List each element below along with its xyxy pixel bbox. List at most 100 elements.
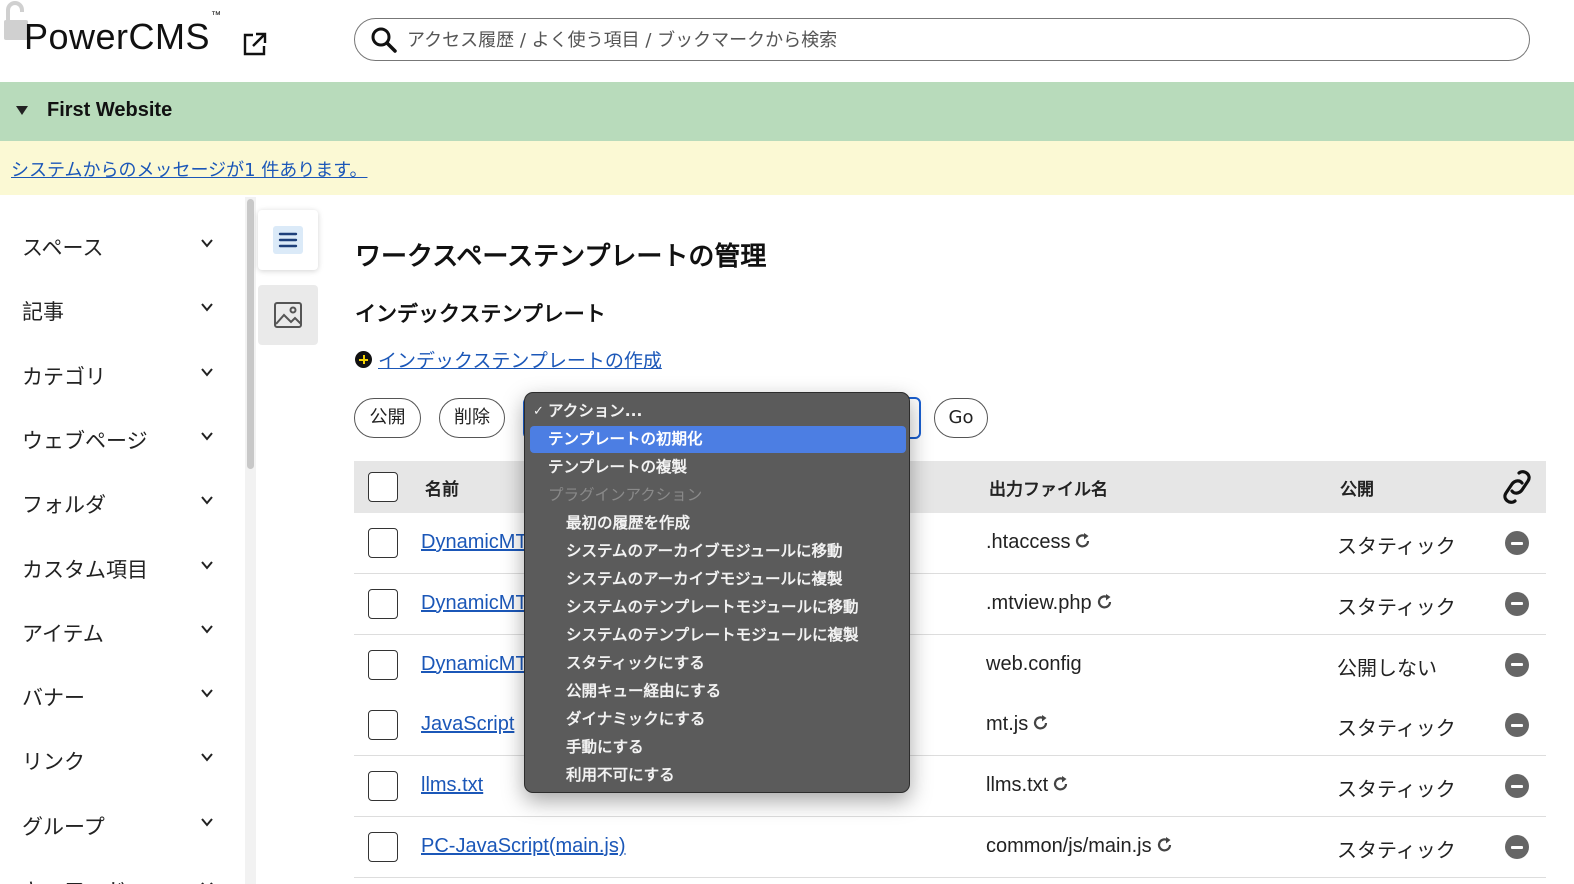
dropdown-option[interactable]: システムのアーカイブモジュールに複製	[530, 566, 906, 593]
output-file-cell: mt.js	[986, 713, 1050, 736]
publish-button[interactable]: 公開	[354, 398, 421, 438]
page-title: ワークスペーステンプレートの管理	[355, 242, 767, 272]
dropdown-option[interactable]: システムのテンプレートモジュールに移動	[530, 594, 906, 621]
sidebar-item[interactable]: スペース	[0, 208, 244, 272]
sidebar-item[interactable]: カテゴリ	[0, 337, 244, 401]
refresh-icon[interactable]	[1052, 775, 1070, 793]
sidebar-item[interactable]: リンク	[0, 722, 244, 786]
output-file-name: .htaccess	[986, 531, 1071, 553]
sidebar-scrollbar[interactable]	[245, 197, 256, 884]
output-file-cell: common/js/main.js	[986, 835, 1174, 858]
chevron-down-icon[interactable]	[198, 748, 216, 766]
refresh-icon[interactable]	[1032, 714, 1050, 732]
tab-list-view[interactable]	[258, 210, 318, 270]
dropdown-option[interactable]: ✓ アクション...	[530, 398, 906, 425]
minus-circle-icon[interactable]	[1505, 531, 1529, 555]
system-message-bar: システムからのメッセージが1 件あります。	[0, 141, 1574, 195]
chevron-down-icon[interactable]	[198, 877, 216, 884]
table-row: PC-JavaScript(main.js) common/js/main.js ス…	[354, 817, 1546, 878]
chevron-down-icon[interactable]	[198, 363, 216, 381]
tab-image-view[interactable]	[258, 285, 318, 345]
search-input[interactable]	[407, 27, 1507, 53]
sidebar-item[interactable]: グループ	[0, 787, 244, 851]
dropdown-option[interactable]: 公開キュー経由にする	[530, 678, 906, 705]
chevron-down-icon[interactable]	[198, 427, 216, 445]
dropdown-option-label: 最初の履歴を作成	[566, 514, 691, 532]
dropdown-option[interactable]: 最初の履歴を作成	[530, 510, 906, 537]
dropdown-option[interactable]: スタティックにする	[530, 650, 906, 677]
refresh-icon[interactable]	[1096, 593, 1114, 611]
chevron-down-icon[interactable]	[198, 813, 216, 831]
action-dropdown-menu[interactable]: ✓ アクション... テンプレートの初期化テンプレートの複製プラグインアクション 最初…	[524, 392, 910, 793]
sidebar-item-label: リンク	[22, 750, 85, 775]
chevron-down-icon[interactable]	[198, 491, 216, 509]
minus-circle-icon[interactable]	[1505, 835, 1529, 859]
site-bar[interactable]: First Website	[0, 82, 1574, 141]
sidebar-item-label: フォルダ	[22, 493, 106, 518]
row-checkbox[interactable]	[368, 771, 398, 802]
publish-type: スタティック	[1337, 594, 1456, 619]
row-checkbox[interactable]	[368, 588, 398, 619]
dropdown-option[interactable]: システムのテンプレートモジュールに複製	[530, 622, 906, 649]
scrollbar-thumb[interactable]	[247, 199, 254, 469]
sidebar-item[interactable]: キーワード	[0, 851, 244, 884]
sidebar-item[interactable]: フォルダ	[0, 465, 244, 529]
go-button[interactable]: Go	[934, 398, 988, 438]
column-header-publish[interactable]: 公開	[1340, 475, 1374, 500]
chevron-down-icon[interactable]	[198, 298, 216, 316]
dropdown-option[interactable]: ダイナミックにする	[530, 706, 906, 733]
dropdown-option-label: テンプレートの初期化	[548, 430, 703, 448]
dropdown-option[interactable]: 手動にする	[530, 734, 906, 761]
create-index-template-link[interactable]: インデックステンプレートの作成	[378, 346, 662, 373]
template-name-link[interactable]: JavaScript	[421, 713, 514, 736]
dropdown-option-label: システムのアーカイブモジュールに移動	[566, 542, 843, 560]
row-checkbox[interactable]	[368, 710, 398, 741]
plus-circle-icon[interactable]	[355, 351, 372, 368]
minus-circle-icon[interactable]	[1505, 713, 1529, 738]
sidebar-item[interactable]: アイテム	[0, 594, 244, 658]
sidebar-item[interactable]: ウェブページ	[0, 401, 244, 465]
dropdown-option-label: システムのテンプレートモジュールに移動	[566, 598, 859, 616]
external-link-icon[interactable]	[242, 31, 268, 57]
row-checkbox[interactable]	[368, 649, 398, 680]
select-all-checkbox[interactable]	[368, 472, 398, 502]
output-file-name: web.config	[986, 652, 1082, 675]
sidebar-item-label: 記事	[22, 300, 64, 325]
chevron-down-icon[interactable]	[198, 620, 216, 638]
sidebar-item[interactable]: 記事	[0, 272, 244, 336]
search-box[interactable]	[354, 18, 1530, 61]
sidebar-item[interactable]: カスタム項目	[0, 530, 244, 594]
dropdown-option[interactable]: システムのアーカイブモジュールに移動	[530, 538, 906, 565]
template-name-link[interactable]: llms.txt	[421, 774, 483, 797]
minus-circle-icon[interactable]	[1505, 652, 1529, 677]
dropdown-option-label: プラグインアクション	[548, 486, 703, 504]
dropdown-option[interactable]: テンプレートの複製	[530, 454, 906, 481]
publish-type: スタティック	[1337, 716, 1456, 741]
sidebar-item-label: バナー	[22, 686, 85, 711]
row-checkbox[interactable]	[368, 528, 398, 558]
delete-button[interactable]: 削除	[439, 398, 505, 438]
system-message-link[interactable]: システムからのメッセージが1 件あります。	[11, 156, 367, 182]
sidebar-item-label: キーワード	[22, 875, 127, 884]
refresh-icon[interactable]	[1074, 532, 1092, 550]
sidebar-item[interactable]: バナー	[0, 658, 244, 722]
minus-circle-icon[interactable]	[1505, 774, 1529, 799]
column-header-name[interactable]: 名前	[425, 475, 459, 500]
sidebar-item-label: アイテム	[22, 621, 104, 646]
row-checkbox[interactable]	[368, 832, 398, 862]
refresh-icon[interactable]	[1156, 836, 1174, 854]
dropdown-option[interactable]: 利用不可にする	[530, 762, 906, 789]
chevron-down-icon[interactable]	[198, 684, 216, 702]
minus-circle-icon[interactable]	[1505, 591, 1529, 616]
chevron-down-icon[interactable]	[198, 556, 216, 574]
sidebar-item-label: スペース	[22, 236, 104, 260]
dropdown-option[interactable]: テンプレートの初期化	[530, 426, 906, 453]
column-header-file[interactable]: 出力ファイル名	[989, 475, 1108, 500]
chevron-down-icon[interactable]	[198, 234, 216, 252]
publish-type: スタティック	[1337, 838, 1456, 862]
template-name-link[interactable]: PC-JavaScript(main.js)	[421, 835, 625, 858]
powercms-logo[interactable]: PowerCMS™	[24, 10, 222, 58]
output-file-name: llms.txt	[986, 774, 1049, 797]
caret-down-icon[interactable]	[16, 106, 28, 115]
dropdown-option-label: システムのテンプレートモジュールに複製	[566, 626, 859, 644]
